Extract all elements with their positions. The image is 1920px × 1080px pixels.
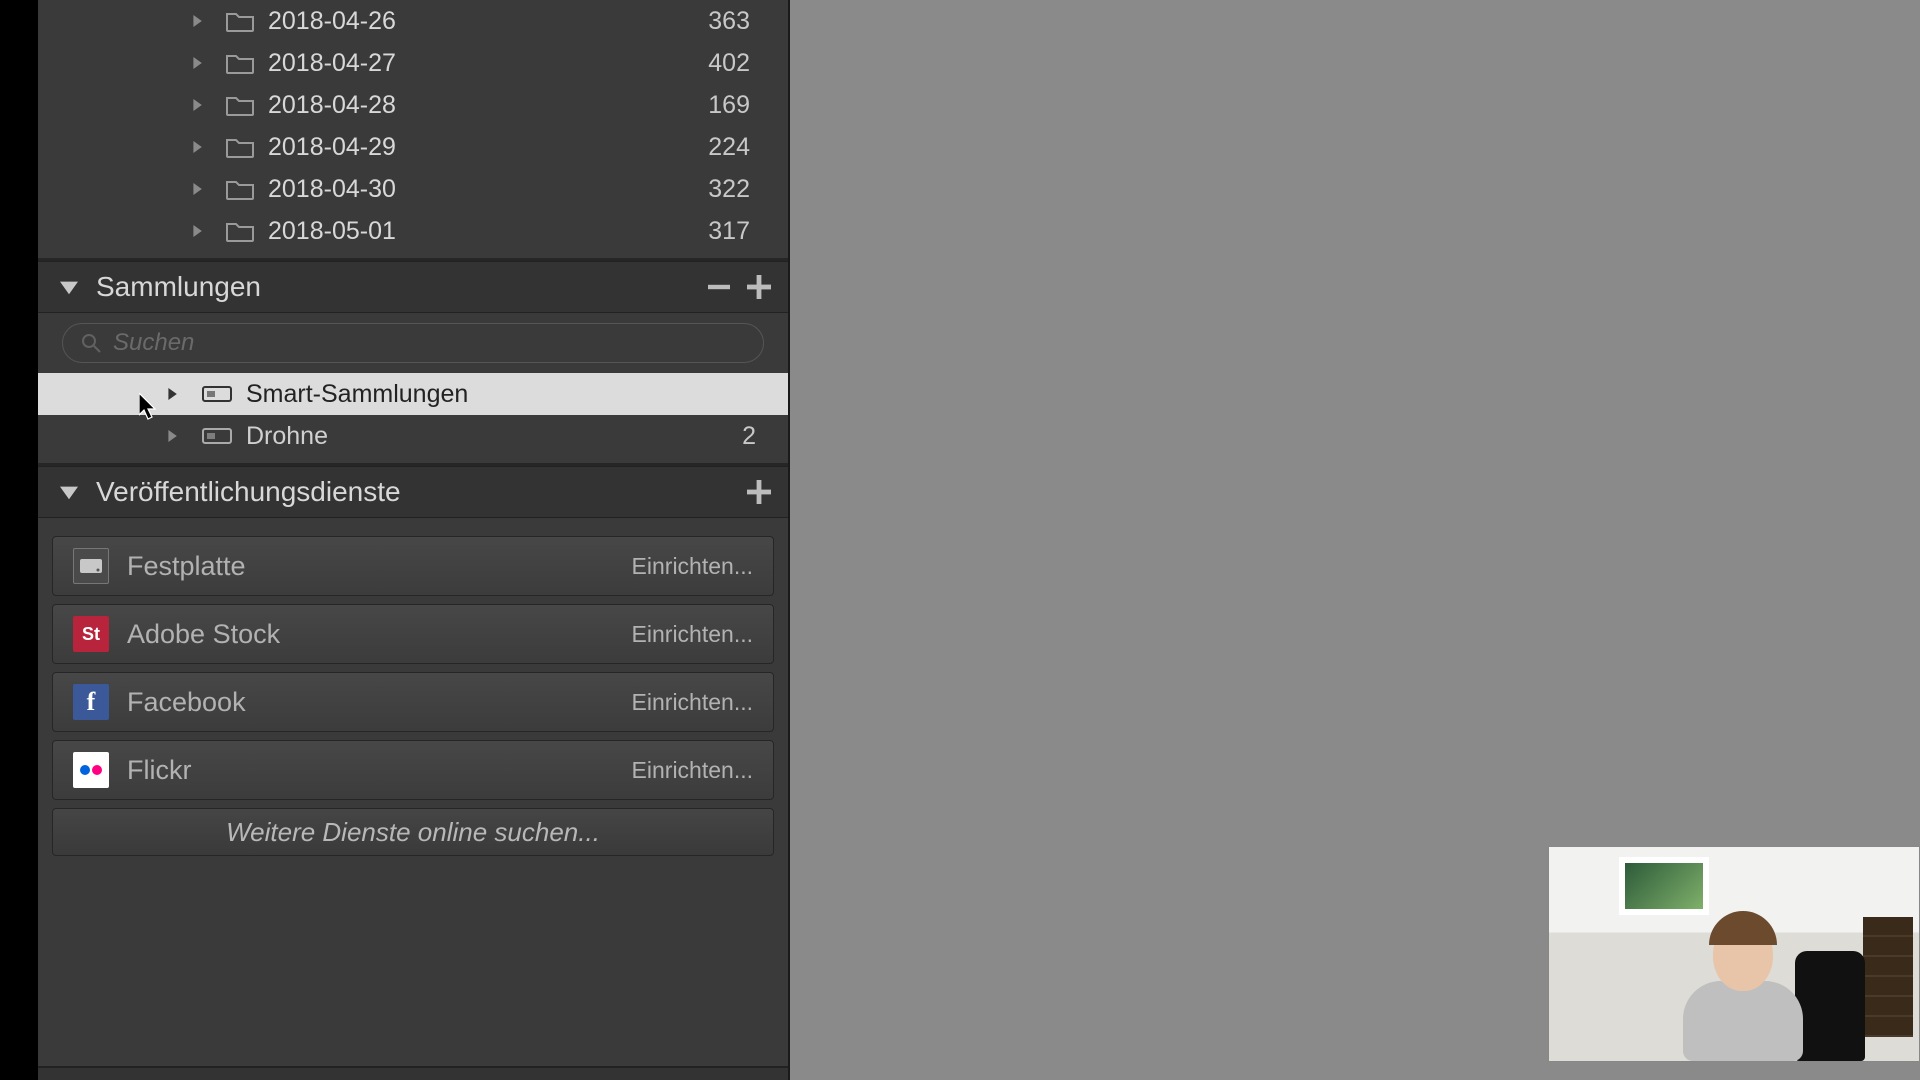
folder-count: 402 xyxy=(708,49,770,78)
folder-icon xyxy=(226,94,254,116)
collection-set-icon xyxy=(202,425,232,447)
disclosure-triangle-right-icon[interactable] xyxy=(166,427,184,445)
collections-collapse-button[interactable] xyxy=(704,272,734,302)
collection-count: 2 xyxy=(742,422,756,451)
collection-label: Smart-Sammlungen xyxy=(246,380,756,409)
folder-icon xyxy=(226,220,254,242)
folder-label: 2018-04-26 xyxy=(268,7,708,36)
collections-search-input[interactable] xyxy=(113,329,745,357)
folder-label: 2018-04-29 xyxy=(268,133,708,162)
folder-label: 2018-05-01 xyxy=(268,217,708,246)
collection-row[interactable]: Drohne2 xyxy=(38,415,788,457)
publish-service-setup-link[interactable]: Einrichten... xyxy=(632,553,753,580)
publish-service-setup-link[interactable]: Einrichten... xyxy=(632,757,753,784)
disclosure-triangle-right-icon[interactable] xyxy=(188,96,206,114)
folder-label: 2018-04-27 xyxy=(268,49,708,78)
publish-service-card[interactable]: St Adobe StockEinrichten... xyxy=(52,604,774,664)
folder-count: 363 xyxy=(708,7,770,36)
publish-service-setup-link[interactable]: Einrichten... xyxy=(632,689,753,716)
disclosure-triangle-right-icon[interactable] xyxy=(188,138,206,156)
folder-label: 2018-04-30 xyxy=(268,175,708,204)
folder-row[interactable]: 2018-04-26363 xyxy=(38,0,788,42)
folder-row[interactable]: 2018-04-30322 xyxy=(38,168,788,210)
left-panel: 2018-04-263632018-04-274022018-04-281692… xyxy=(38,0,790,1080)
folder-icon xyxy=(226,136,254,158)
folder-count: 317 xyxy=(708,217,770,246)
panel-footer-resizer[interactable] xyxy=(38,1066,788,1080)
folder-label: 2018-04-28 xyxy=(268,91,708,120)
collections-body: Smart-Sammlungen Drohne2 xyxy=(38,313,788,466)
collection-row[interactable]: Smart-Sammlungen xyxy=(38,373,788,415)
adobe-stock-icon: St xyxy=(73,616,109,652)
publish-add-button[interactable] xyxy=(744,477,774,507)
publish-service-label: Flickr xyxy=(127,755,632,786)
folder-icon xyxy=(226,10,254,32)
disclosure-triangle-down-icon[interactable] xyxy=(58,481,80,503)
publish-service-setup-link[interactable]: Einrichten... xyxy=(632,621,753,648)
collections-search-wrap xyxy=(38,313,788,373)
folder-icon xyxy=(226,52,254,74)
folders-list: 2018-04-263632018-04-274022018-04-281692… xyxy=(38,0,788,261)
hdd-icon xyxy=(73,548,109,584)
folder-count: 169 xyxy=(708,91,770,120)
publish-header-title: Veröffentlichungsdienste xyxy=(96,476,734,508)
folder-row[interactable]: 2018-05-01317 xyxy=(38,210,788,252)
disclosure-triangle-down-icon[interactable] xyxy=(58,276,80,298)
collection-label: Drohne xyxy=(246,422,742,451)
disclosure-triangle-right-icon[interactable] xyxy=(188,180,206,198)
left-margin-strip xyxy=(0,0,38,1080)
publish-service-card[interactable]: FlickrEinrichten... xyxy=(52,740,774,800)
publish-service-card[interactable]: FestplatteEinrichten... xyxy=(52,536,774,596)
publish-service-label: Facebook xyxy=(127,687,632,718)
folder-row[interactable]: 2018-04-29224 xyxy=(38,126,788,168)
collections-header[interactable]: Sammlungen xyxy=(38,261,788,313)
publish-header[interactable]: Veröffentlichungsdienste xyxy=(38,466,788,518)
disclosure-triangle-right-icon[interactable] xyxy=(188,12,206,30)
disclosure-triangle-right-icon[interactable] xyxy=(188,222,206,240)
folder-icon xyxy=(226,178,254,200)
collection-set-icon xyxy=(202,383,232,405)
flickr-icon xyxy=(73,752,109,788)
publish-body: FestplatteEinrichten...StAdobe StockEinr… xyxy=(38,518,788,870)
collections-header-title: Sammlungen xyxy=(96,271,694,303)
search-icon xyxy=(81,333,101,353)
publish-service-label: Adobe Stock xyxy=(127,619,632,650)
folder-count: 322 xyxy=(708,175,770,204)
publish-service-label: Festplatte xyxy=(127,551,632,582)
webcam-scene xyxy=(1549,847,1919,1061)
folder-row[interactable]: 2018-04-27402 xyxy=(38,42,788,84)
find-more-services-button[interactable]: Weitere Dienste online suchen... xyxy=(52,808,774,856)
folder-count: 224 xyxy=(708,133,770,162)
collections-add-button[interactable] xyxy=(744,272,774,302)
facebook-icon: f xyxy=(73,684,109,720)
publish-service-card[interactable]: f FacebookEinrichten... xyxy=(52,672,774,732)
folder-row[interactable]: 2018-04-28169 xyxy=(38,84,788,126)
collections-search-field[interactable] xyxy=(62,323,764,363)
disclosure-triangle-right-icon[interactable] xyxy=(188,54,206,72)
disclosure-triangle-right-icon[interactable] xyxy=(166,385,184,403)
webcam-pip xyxy=(1548,846,1920,1062)
